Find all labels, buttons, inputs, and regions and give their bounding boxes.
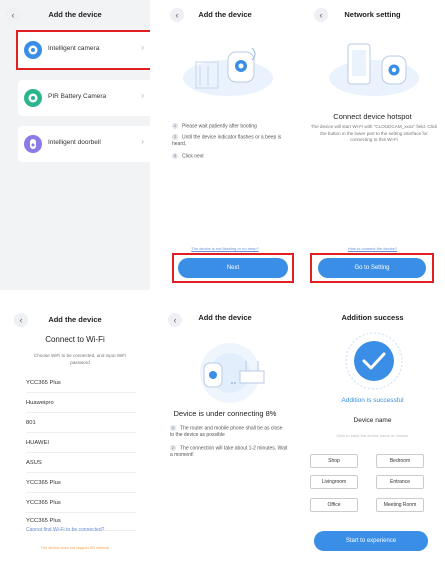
page-title: Add the device <box>48 315 102 324</box>
note-item: 2 The connection will take about 1-2 minu… <box>170 445 288 459</box>
success-text: Addition is successful <box>341 397 404 404</box>
wifi-item[interactable]: YCC365 Plus <box>26 493 136 513</box>
device-type-screen: ‹ Add the device Intelligent camera › PI… <box>0 0 150 290</box>
addition-success-screen: Addition success Addition is successful … <box>300 305 445 573</box>
room-option-office[interactable]: Office <box>310 498 358 512</box>
room-option-bedroom[interactable]: Bedroom <box>376 454 424 468</box>
highlight-box <box>172 253 294 283</box>
doorbell-icon <box>24 135 42 153</box>
page-title: Add the device <box>198 313 252 322</box>
note-item: 1 The router and mobile phone shall be as… <box>170 425 283 439</box>
connecting-progress-heading: Device is under connecting 8% <box>173 409 277 418</box>
start-experience-button[interactable]: Start to experience <box>314 531 428 551</box>
step-item: 1 Please wait patiently after booting <box>172 123 257 130</box>
cannot-find-wifi-link[interactable]: Cannot find Wi-Fi to be connected? <box>26 527 104 533</box>
help-link[interactable]: How to connect the device? <box>300 246 445 251</box>
step-item: 2 Until the device indicator flashes or a… <box>172 134 282 148</box>
step-item: 3 Click next <box>172 153 204 160</box>
room-option-entrance[interactable]: Entrance <box>376 475 424 489</box>
5g-note: The device does not support 5G network <box>40 546 110 550</box>
chevron-right-icon: › <box>141 91 144 100</box>
page-title: Network setting <box>344 10 401 19</box>
section-heading: Connect device hotspot <box>333 112 412 121</box>
room-option-shop[interactable]: Shop <box>310 454 358 468</box>
wifi-subtitle: Choose WiFi to be connected, and input W… <box>33 353 127 365</box>
room-option-meeting-room[interactable]: Meeting Room <box>376 498 424 512</box>
page-title: Add the device <box>48 10 102 19</box>
device-label: Intelligent doorbell <box>48 139 101 146</box>
phone-hotspot-icon <box>329 43 419 96</box>
section-heading: Connect to Wi-Fi <box>45 335 105 344</box>
connecting-screen: ‹ Add the device Device is under connect… <box>150 305 300 573</box>
wifi-item[interactable]: ASUS <box>26 453 136 473</box>
page-title: Add the device <box>198 10 252 19</box>
device-illustration-icon <box>183 47 273 96</box>
network-setting-screen: ‹ Network setting Connect device hotspot… <box>300 0 445 290</box>
device-name-label: Device name <box>353 417 392 424</box>
chevron-right-icon: › <box>141 137 144 146</box>
wifi-item[interactable]: Huaweipro <box>26 393 136 413</box>
wifi-item[interactable]: 801 <box>26 413 136 433</box>
room-option-livingroom[interactable]: Livingroom <box>310 475 358 489</box>
device-item-intelligent-doorbell[interactable]: Intelligent doorbell › <box>18 126 150 162</box>
wifi-item[interactable]: HUAWEI <box>26 433 136 453</box>
connect-wifi-screen: ‹ Add the device Connect to Wi-Fi Choose… <box>0 305 150 573</box>
page-title: Addition success <box>341 313 404 322</box>
help-link[interactable]: The device is not flashing or no beep? <box>150 246 300 251</box>
device-label: PIR Battery Camera <box>48 93 107 100</box>
router-device-icon <box>200 343 265 403</box>
highlight-box <box>310 253 434 283</box>
reset-device-screen: ‹ Add the device 1 Please wait patiently … <box>150 0 300 290</box>
wifi-item[interactable]: YCC365 Plus <box>26 473 136 493</box>
wifi-item[interactable]: YCC365 Plus <box>26 373 136 393</box>
device-item-pir-battery-camera[interactable]: PIR Battery Camera › <box>18 80 150 116</box>
device-name-input[interactable]: Click to input the device name or choose <box>300 433 445 438</box>
pir-camera-icon <box>24 89 42 107</box>
hotspot-description: The device will start Wi-Fi with "CLOUDC… <box>310 124 438 142</box>
success-check-icon <box>345 332 403 390</box>
highlight-box <box>16 30 150 70</box>
